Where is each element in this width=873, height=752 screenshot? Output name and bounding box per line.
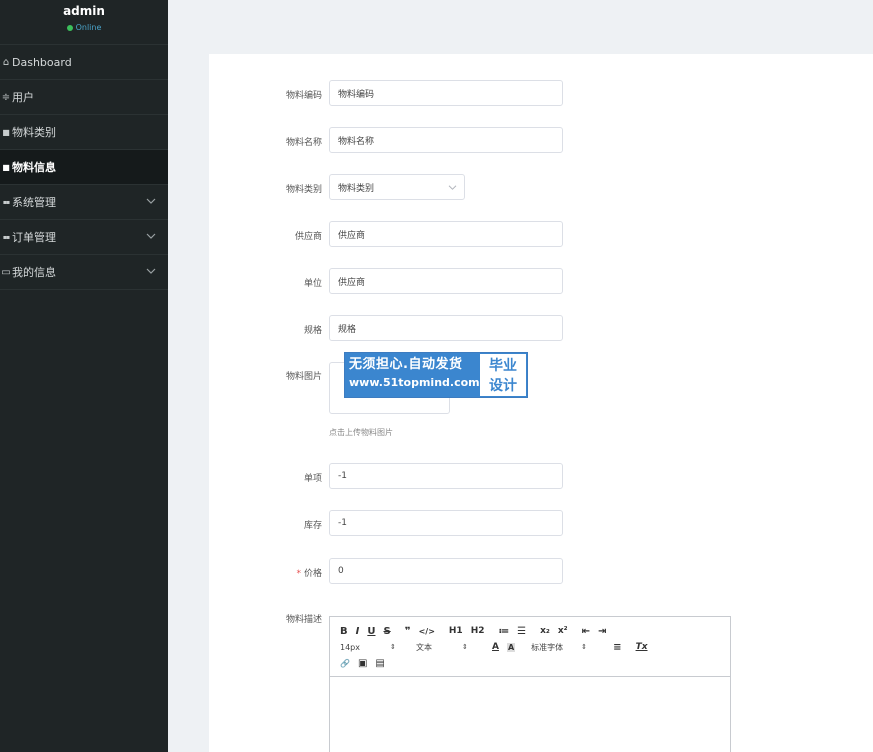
subscript-button[interactable]: x₂ [540,626,550,636]
code-label: 物料编码 [285,91,322,101]
user-block: admin Online [0,0,168,44]
updown-icon: ⇕ [390,643,396,651]
image-icon[interactable]: ▣ [358,658,367,669]
sidebar-item-label: 系统管理 [12,196,56,209]
text-style-value: 文本 [416,642,432,652]
price-input[interactable]: 0 [329,558,563,584]
category-select-value: 物料类别 [338,183,375,194]
code-block-button[interactable]: </> [419,627,435,636]
editor-toolbar: B I U S ❞ </> H1 H2 ≔ ☰ x₂ x² ⇤ ⇥ 14px ⇕ [330,617,730,677]
image-label: 物料图片 [285,372,322,382]
spec-label: 规格 [303,326,322,336]
square-icon: ■ [2,162,10,172]
font-color-icon[interactable]: A [492,642,499,652]
price-label: * 价格 [209,566,322,579]
price-label-text: 价格 [303,569,322,579]
unit-label: 单位 [303,279,322,289]
sidebar-item-orders[interactable]: ▪▪ 订单管理 [0,220,168,255]
watermark-line2: www.51topmind.com [349,376,480,389]
sidebar-item-label: 我的信息 [12,266,56,279]
strike-button[interactable]: S [383,626,390,637]
unit-input[interactable]: 供应商 [329,268,563,294]
spec-input[interactable]: 规格 [329,315,563,341]
chevron-down-icon [448,185,457,190]
chevron-down-icon [146,268,156,274]
required-mark: * [296,569,301,579]
toolbar-row-2: 14px ⇕ 文本 ⇕ A A 标准字体 ⇕ ≡ Tx [340,639,722,655]
font-size-value: 14px [340,642,360,652]
watermark-badge-line2: 设计 [489,378,517,394]
grid-icon: ▪▪ [2,198,10,206]
status-text: Online [75,23,102,32]
rich-text-editor: B I U S ❞ </> H1 H2 ≔ ☰ x₂ x² ⇤ ⇥ 14px ⇕ [329,616,731,752]
form-card: 物料编码 物料编码 物料名称 物料名称 物料类别 物料类别 供应商 供应商 单位… [209,54,873,752]
code-input[interactable]: 物料编码 [329,80,563,106]
stock-input[interactable]: -1 [329,510,563,536]
upload-hint: 点击上传物料图片 [329,428,393,437]
indent-button[interactable]: ⇥ [598,626,606,637]
font-family-value: 标准字体 [531,642,564,652]
calendar-icon: ▭ [1,266,11,278]
chevron-down-icon [146,198,156,204]
text-style-select[interactable]: 文本 ⇕ [416,642,482,653]
sidebar-item-users[interactable]: ≑ 用户 [0,80,168,115]
unitvalue-label: 单项 [303,474,322,484]
italic-button[interactable]: I [356,626,360,637]
chevron-down-icon [146,233,156,239]
underline-button[interactable]: U [367,626,375,637]
home-icon: ⌂ [2,56,10,68]
sidebar-item-label: Dashboard [12,55,72,69]
stock-label: 库存 [303,521,322,531]
sidebar-item-label: 用户 [12,91,34,104]
sidebar-item-material-info[interactable]: ■ 物料信息 [0,150,168,185]
user-name: admin [63,4,105,18]
name-input[interactable]: 物料名称 [329,127,563,153]
h2-button[interactable]: H2 [471,626,485,636]
sidebar-item-dashboard[interactable]: ⌂ Dashboard [0,44,168,80]
watermark-badge: 毕业 设计 [479,353,527,397]
font-size-select[interactable]: 14px ⇕ [340,643,406,652]
category-select[interactable]: 物料类别 [329,174,465,200]
supplier-label: 供应商 [294,232,322,242]
outdent-button[interactable]: ⇤ [582,626,590,637]
sidebar-item-material-category[interactable]: ■ 物料类别 [0,115,168,150]
blockquote-button[interactable]: ❞ [405,626,411,637]
square-icon: ■ [2,127,10,137]
sidebar-item-my-info[interactable]: ▭ 我的信息 [0,255,168,290]
sidebar-item-label: 物料信息 [12,161,56,174]
sidebar-item-label: 订单管理 [12,231,56,244]
editor-content[interactable] [330,677,730,752]
video-icon[interactable]: ▤ [375,658,384,669]
watermark-line1: 无须担心.自动发货 [349,357,463,372]
online-dot-icon [66,24,73,31]
unitvalue-input[interactable]: -1 [329,463,563,489]
category-label: 物料类别 [285,185,322,195]
toolbar-row-3: 🔗 ▣ ▤ [340,655,722,671]
sidebar: admin Online ⌂ Dashboard ≑ 用户 ■ 物料类别 ■ 物… [0,0,168,752]
sliders-icon: ≑ [1,91,11,103]
watermark-banner: 无须担心.自动发货 www.51topmind.com 毕业 设计 [344,352,528,398]
bg-color-icon[interactable]: A [506,642,516,652]
bullet-list-button[interactable]: ☰ [517,626,526,637]
font-family-select[interactable]: 标准字体 ⇕ [531,642,603,653]
sidebar-item-system[interactable]: ▪▪ 系统管理 [0,185,168,220]
grid-icon: ▪▪ [2,233,10,241]
name-label: 物料名称 [285,138,322,148]
h1-button[interactable]: H1 [449,626,463,636]
link-icon[interactable]: 🔗 [340,659,350,668]
bold-button[interactable]: B [340,626,348,637]
updown-icon: ⇕ [462,643,468,651]
superscript-button[interactable]: x² [558,626,568,636]
updown-icon: ⇕ [581,643,588,651]
watermark-text: 无须担心.自动发货 www.51topmind.com [345,353,480,397]
sidebar-item-label: 物料类别 [12,126,56,139]
watermark-badge-line1: 毕业 [489,358,517,374]
toolbar-row-1: B I U S ❞ </> H1 H2 ≔ ☰ x₂ x² ⇤ ⇥ [340,623,722,639]
clear-format-icon[interactable]: Tx [636,642,648,652]
user-status: Online [0,23,168,32]
ordered-list-button[interactable]: ≔ [498,626,509,637]
desc-label: 物料描述 [285,615,322,625]
align-icon[interactable]: ≡ [613,642,621,653]
supplier-input[interactable]: 供应商 [329,221,563,247]
